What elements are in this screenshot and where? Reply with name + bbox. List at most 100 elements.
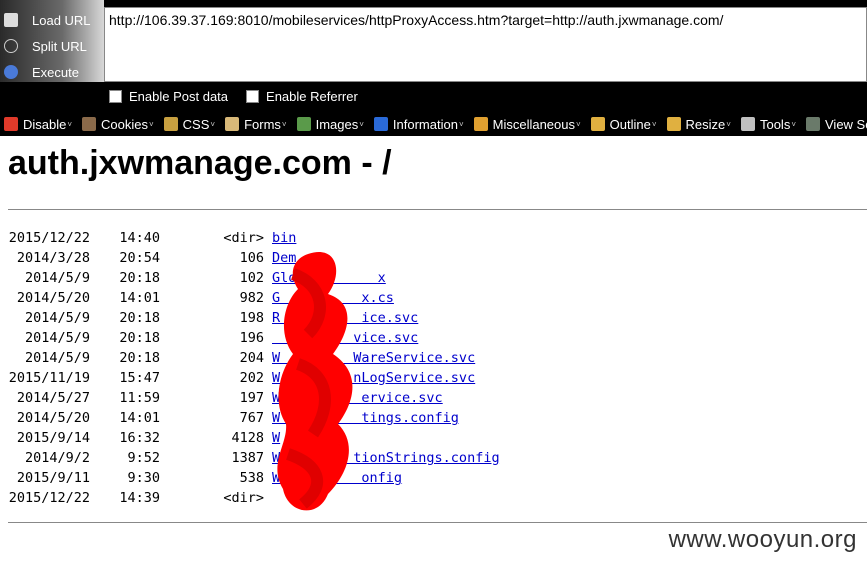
entry-time: 20:18 (119, 310, 160, 326)
chevron-down-icon: ˅ (281, 119, 287, 129)
directory-listing-page: auth.jxwmanage.com - / 2015/12/22 14:40 <d… (0, 136, 867, 568)
toolbar-menu-information[interactable]: Information ˅ (370, 117, 470, 132)
split-url-label: Split URL (32, 38, 87, 54)
toolbar-menu-label: Information (392, 116, 458, 132)
list-item: 2015/12/22 14:39 <dir> (8, 488, 500, 508)
entry-size: 197 (239, 390, 264, 406)
entry-date: 2015/12/22 (8, 490, 90, 506)
entry-date: 2015/11/19 (8, 370, 90, 386)
css-icon (163, 117, 178, 131)
entry-date: 2014/9/2 (24, 450, 90, 466)
list-item: 2014/5/9 20:18 196 vice.svc (8, 328, 500, 348)
toolbar-menu-miscellaneous[interactable]: Miscellaneous ˅ (470, 117, 587, 132)
entry-size: 204 (239, 350, 264, 366)
toolbar-menu-label: Outline (609, 116, 651, 132)
load-url-button[interactable]: Load URL (4, 9, 91, 31)
chevron-down-icon: ˅ (651, 119, 657, 129)
entry-time: 14:01 (119, 290, 160, 306)
chevron-down-icon: ˅ (726, 119, 731, 129)
list-item: 2015/9/11 9:30 538 W onfig (8, 468, 500, 488)
entry-size: 767 (239, 410, 264, 426)
load-url-label: Load URL (32, 12, 91, 28)
images-icon (296, 117, 311, 131)
list-item: 2014/5/9 20:18 204 W WareService.svc (8, 348, 500, 368)
chevron-down-icon: ˅ (791, 119, 796, 129)
toolbar-menu-cookies[interactable]: Cookies ˅ (78, 117, 160, 132)
entry-date: 2014/5/9 (24, 330, 90, 346)
entry-date: 2015/9/11 (16, 470, 90, 486)
toolbar-menu-label: Tools (759, 116, 791, 132)
chevron-down-icon: ˅ (576, 119, 581, 129)
toolbar-menu-label: View Source (825, 116, 867, 132)
redaction-scribble (277, 252, 353, 511)
toolbar-menu-label: Images (315, 116, 359, 132)
tools-icon (740, 117, 755, 131)
list-item: 2014/9/2 9:52 1387 W tionStrings.config (8, 448, 500, 468)
enable-referrer-option[interactable]: Enable Referrer (246, 89, 358, 104)
list-item: 2014/5/27 11:59 197 W ervice.svc (8, 388, 500, 408)
chevron-down-icon: ˅ (458, 119, 464, 129)
toolbar-menu-css[interactable]: CSS ˅ (160, 117, 221, 132)
list-item: 2015/11/19 15:47 202 W nLogService.svc (8, 368, 500, 388)
execute-icon (4, 65, 18, 79)
entry-size: <dir> (223, 490, 264, 506)
chevron-down-icon: ˅ (67, 119, 73, 129)
miscellaneous-icon (473, 117, 488, 131)
toolbar-menu-label: Disable (23, 116, 67, 132)
url-textarea[interactable]: http://106.39.37.169:8010/mobileservices… (104, 7, 867, 82)
enable-referrer-label: Enable Referrer (266, 89, 358, 104)
watermark: www.wooyun.org (668, 526, 857, 553)
entry-time: 14:39 (119, 490, 160, 506)
enable-post-label: Enable Post data (129, 89, 229, 104)
hackbar-options: Enable Post data Enable Referrer (109, 89, 376, 104)
entry-date: 2014/5/27 (16, 390, 90, 406)
toolbar-menu-resize[interactable]: Resize ˅ (663, 117, 737, 132)
entry-date: 2015/12/22 (8, 230, 90, 246)
bottom-divider (8, 522, 867, 523)
toolbar-menu-forms[interactable]: Forms ˅ (221, 117, 293, 132)
toolbar-menu-view-source[interactable]: View Source˅ (802, 117, 867, 132)
entry-size: <dir> (223, 230, 264, 246)
toolbar-menu-label: CSS (182, 116, 210, 132)
view-source-icon (806, 117, 820, 131)
toolbar-menu-images[interactable]: Images ˅ (293, 117, 370, 132)
entry-time: 15:47 (119, 370, 160, 386)
enable-post-checkbox[interactable] (109, 90, 122, 103)
entry-time: 14:40 (119, 230, 160, 246)
entry-time: 9:30 (127, 470, 160, 486)
entry-date: 2015/9/14 (16, 430, 90, 446)
enable-referrer-checkbox[interactable] (246, 90, 260, 103)
entry-date: 2014/5/9 (24, 270, 90, 286)
split-url-icon (4, 39, 18, 53)
split-url-button[interactable]: Split URL (4, 35, 87, 57)
page-title: auth.jxwmanage.com - / (8, 144, 392, 182)
list-item: 2014/5/9 20:18 198 R ice.svc (8, 308, 500, 328)
enable-post-option[interactable]: Enable Post data (109, 89, 228, 104)
outline-icon (590, 117, 605, 131)
entry-time: 16:32 (119, 430, 160, 446)
list-item: 2014/5/9 20:18 102 Glo x (8, 268, 500, 288)
chevron-down-icon: ˅ (359, 119, 364, 129)
load-url-icon (4, 13, 18, 27)
entry-date: 2014/5/20 (16, 290, 90, 306)
entry-size: 202 (239, 370, 264, 386)
top-divider (8, 209, 867, 210)
entry-time: 20:18 (119, 330, 160, 346)
execute-label: Execute (32, 64, 79, 80)
entry-size: 982 (239, 290, 264, 306)
web-developer-toolbar: Disable ˅ Cookies ˅ CSS ˅ Forms ˅ Images ˅ Informa… (0, 112, 867, 136)
chevron-down-icon: ˅ (149, 119, 154, 129)
entry-time: 14:01 (119, 410, 160, 426)
execute-button[interactable]: Execute (4, 61, 79, 83)
list-item: 2015/12/22 14:40 <dir> bin (8, 228, 500, 248)
entry-size: 538 (239, 470, 264, 486)
disable-icon (4, 117, 18, 131)
entry-time: 20:18 (119, 270, 160, 286)
list-item: 2014/5/20 14:01 982 G x.cs (8, 288, 500, 308)
hackbar: Load URL Split URL Execute http://106.39… (0, 0, 867, 112)
toolbar-menu-tools[interactable]: Tools ˅ (737, 117, 802, 132)
entry-time: 11:59 (119, 390, 160, 406)
toolbar-menu-disable[interactable]: Disable ˅ (0, 117, 78, 132)
toolbar-menu-outline[interactable]: Outline ˅ (587, 117, 663, 132)
toolbar-menu-label: Cookies (101, 116, 148, 132)
